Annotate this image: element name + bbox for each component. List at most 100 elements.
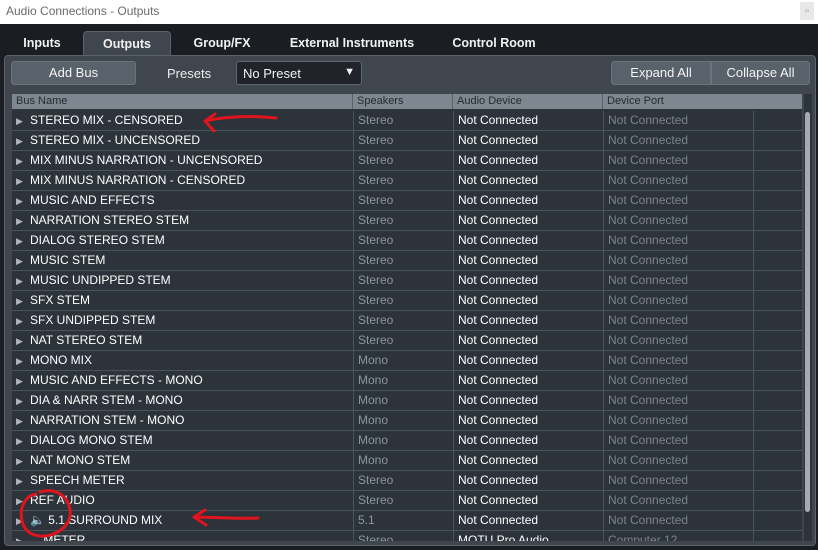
device-port-cell[interactable]: Not Connected [603, 491, 753, 510]
expand-triangle-icon[interactable]: ▶ [16, 432, 30, 450]
bus-name-cell[interactable]: ▶ MIX MINUS NARRATION - CENSORED [12, 171, 353, 190]
tab-group-fx[interactable]: Group/FX [180, 31, 264, 55]
table-row[interactable]: ▶ STEREO MIX - CENSORED Stereo Not Connecte… [12, 111, 802, 131]
bus-name-cell[interactable]: ▶ MUSIC UNDIPPED STEM [12, 271, 353, 290]
audio-device-cell[interactable]: Not Connected [453, 311, 603, 330]
device-port-cell[interactable]: Not Connected [603, 211, 753, 230]
expand-triangle-icon[interactable]: ▶ [16, 112, 30, 130]
table-row[interactable]: ▶ MIX MINUS NARRATION - CENSORED Stereo Not… [12, 171, 802, 191]
device-port-cell[interactable]: Not Connected [603, 511, 753, 530]
scrollbar-thumb[interactable] [805, 112, 810, 512]
tab-outputs[interactable]: Outputs [83, 31, 171, 55]
tab-control-room[interactable]: Control Room [440, 31, 548, 55]
expand-triangle-icon[interactable]: ▶ [16, 252, 30, 270]
table-row[interactable]: ▶ NAT STEREO STEM Stereo Not Connected Not C… [12, 331, 802, 351]
bus-name-cell[interactable]: ▶ DIALOG MONO STEM [12, 431, 353, 450]
audio-device-cell[interactable]: Not Connected [453, 491, 603, 510]
audio-device-cell[interactable]: Not Connected [453, 211, 603, 230]
expand-triangle-icon[interactable]: ▶ [16, 392, 30, 410]
bus-name-cell[interactable]: ▶ 🔈 5.1 SURROUND MIX [12, 511, 353, 530]
bus-name-cell[interactable]: ▶ REF AUDIO [12, 491, 353, 510]
expand-triangle-icon[interactable]: ▶ [16, 292, 30, 310]
table-row[interactable]: ▶ DIALOG STEREO STEM Stereo Not Connected No… [12, 231, 802, 251]
device-port-cell[interactable]: Not Connected [603, 411, 753, 430]
device-port-cell[interactable]: Not Connected [603, 351, 753, 370]
device-port-cell[interactable]: Not Connected [603, 191, 753, 210]
audio-device-cell[interactable]: Not Connected [453, 351, 603, 370]
column-header-device-port[interactable]: Device Port [603, 94, 802, 109]
audio-device-cell[interactable]: Not Connected [453, 411, 603, 430]
expand-triangle-icon[interactable]: ▶ [16, 332, 30, 350]
device-port-cell[interactable]: Not Connected [603, 131, 753, 150]
window-close-button[interactable]: ▫ [800, 2, 814, 20]
table-row[interactable]: ▶ SFX UNDIPPED STEM Stereo Not Connected Not… [12, 311, 802, 331]
bus-name-cell[interactable]: ▶ MUSIC AND EFFECTS - MONO [12, 371, 353, 390]
bus-name-cell[interactable]: ▶ NAT MONO STEM [12, 451, 353, 470]
audio-device-cell[interactable]: Not Connected [453, 291, 603, 310]
audio-device-cell[interactable]: MOTU Pro Audio [453, 531, 603, 541]
table-row[interactable]: ▶ MUSIC STEM Stereo Not Connected Not Connec… [12, 251, 802, 271]
tab-external-instruments[interactable]: External Instruments [276, 31, 428, 55]
table-row[interactable]: ▶ DIA & NARR STEM - MONO Mono Not Connected… [12, 391, 802, 411]
table-row[interactable]: ▶ NAT MONO STEM Mono Not Connected Not Conne… [12, 451, 802, 471]
device-port-cell[interactable]: Not Connected [603, 151, 753, 170]
audio-device-cell[interactable]: Not Connected [453, 431, 603, 450]
device-port-cell[interactable]: Not Connected [603, 311, 753, 330]
audio-device-cell[interactable]: Not Connected [453, 231, 603, 250]
device-port-cell[interactable]: Not Connected [603, 371, 753, 390]
column-header-bus-name[interactable]: Bus Name [12, 94, 353, 109]
expand-triangle-icon[interactable]: ▶ [16, 132, 30, 150]
expand-triangle-icon[interactable]: ▶ [16, 212, 30, 230]
add-bus-button[interactable]: Add Bus [11, 61, 136, 85]
column-header-speakers[interactable]: Speakers [353, 94, 453, 109]
table-row[interactable]: ▶ SFX STEM Stereo Not Connected Not Connecte… [12, 291, 802, 311]
expand-triangle-icon[interactable]: ▶ [16, 452, 30, 470]
device-port-cell[interactable]: Not Connected [603, 271, 753, 290]
bus-name-cell[interactable]: ▶ MONO MIX [12, 351, 353, 370]
device-port-cell[interactable]: Not Connected [603, 391, 753, 410]
table-row[interactable]: ▶ MUSIC AND EFFECTS Stereo Not Connected Not… [12, 191, 802, 211]
expand-triangle-icon[interactable]: ▶ [16, 172, 30, 190]
bus-name-cell[interactable]: ▶ NARRATION STEREO STEM [12, 211, 353, 230]
expand-triangle-icon[interactable]: ▶ [16, 372, 30, 390]
bus-name-cell[interactable]: ▶ STEREO MIX - CENSORED [12, 111, 353, 130]
device-port-cell[interactable]: Not Connected [603, 251, 753, 270]
table-row[interactable]: ▶ MONO MIX Mono Not Connected Not Connected [12, 351, 802, 371]
expand-triangle-icon[interactable]: ▶ [16, 312, 30, 330]
bus-name-cell[interactable]: ▶ SFX STEM [12, 291, 353, 310]
device-port-cell[interactable]: Not Connected [603, 111, 753, 130]
bus-name-cell[interactable]: ▶ SPEECH METER [12, 471, 353, 490]
audio-device-cell[interactable]: Not Connected [453, 111, 603, 130]
bus-name-cell[interactable]: ▶ MUSIC AND EFFECTS [12, 191, 353, 210]
audio-device-cell[interactable]: Not Connected [453, 131, 603, 150]
expand-triangle-icon[interactable]: ▶ [16, 192, 30, 210]
device-port-cell[interactable]: Not Connected [603, 331, 753, 350]
bus-name-cell[interactable]: ▶ MUSIC STEM [12, 251, 353, 270]
bus-name-cell[interactable]: ▶ NARRATION STEM - MONO [12, 411, 353, 430]
table-row[interactable]: ▶ DIALOG MONO STEM Mono Not Connected Not Co… [12, 431, 802, 451]
preset-select[interactable]: No Preset ▼ [236, 61, 362, 85]
audio-device-cell[interactable]: Not Connected [453, 331, 603, 350]
expand-triangle-icon[interactable]: ▶ [16, 272, 30, 290]
audio-device-cell[interactable]: Not Connected [453, 191, 603, 210]
audio-device-cell[interactable]: Not Connected [453, 451, 603, 470]
audio-device-cell[interactable]: Not Connected [453, 171, 603, 190]
tab-inputs[interactable]: Inputs [12, 31, 72, 55]
bus-name-cell[interactable]: ▶ SFX UNDIPPED STEM [12, 311, 353, 330]
column-header-audio-device[interactable]: Audio Device [453, 94, 603, 109]
device-port-cell[interactable]: Not Connected [603, 431, 753, 450]
expand-triangle-icon[interactable]: ▶ [16, 492, 30, 510]
bus-name-cell[interactable]: ▶ MIX MINUS NARRATION - UNCENSORED [12, 151, 353, 170]
table-row[interactable]: ▶ REF AUDIO Stereo Not Connected Not Connect… [12, 491, 802, 511]
bus-name-cell[interactable]: ▶ DIA & NARR STEM - MONO [12, 391, 353, 410]
table-row[interactable]: ▶ NARRATION STEM - MONO Mono Not Connected N… [12, 411, 802, 431]
vertical-scrollbar[interactable] [804, 94, 812, 541]
collapse-all-button[interactable]: Collapse All [711, 61, 810, 85]
expand-triangle-icon[interactable]: ▶ [16, 152, 30, 170]
table-row[interactable]: ▶ STEREO MIX - UNCENSORED Stereo Not Connec… [12, 131, 802, 151]
audio-device-cell[interactable]: Not Connected [453, 251, 603, 270]
table-row[interactable]: ▶... METER Stereo MOTU Pro Audio Computer 1… [12, 531, 802, 541]
audio-device-cell[interactable]: Not Connected [453, 151, 603, 170]
table-row[interactable]: ▶ SPEECH METER Stereo Not Connected Not Conn… [12, 471, 802, 491]
table-row[interactable]: ▶ NARRATION STEREO STEM Stereo Not Connecte… [12, 211, 802, 231]
